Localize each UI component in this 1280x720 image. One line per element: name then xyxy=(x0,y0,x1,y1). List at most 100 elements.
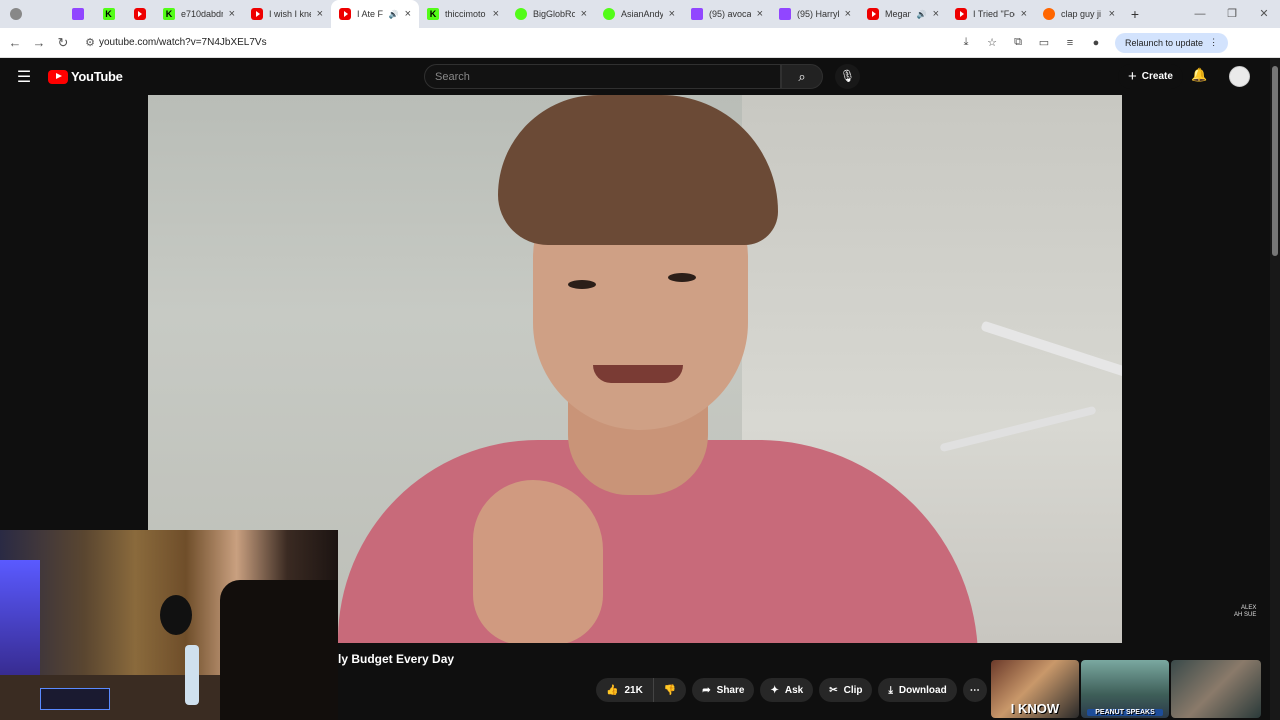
close-tab-icon[interactable]: × xyxy=(229,8,235,20)
tab-label: AsianAndy xyxy=(621,9,663,19)
back-button[interactable]: ← xyxy=(3,35,27,50)
download-button[interactable]: ⤓ Download xyxy=(878,678,957,702)
webcam-microphone xyxy=(160,595,192,635)
youtube-logo[interactable]: YouTube xyxy=(48,69,123,84)
tab[interactable]: clap guy ji × xyxy=(1035,0,1123,28)
dislike-button[interactable]: 👎 xyxy=(653,678,687,702)
browser-tab-strip: KKe710dabdr×I wish I kne×I Ate Fa🔊×Kthic… xyxy=(0,0,1280,28)
gray-favicon-icon xyxy=(9,8,22,20)
search-input[interactable]: Search xyxy=(424,64,781,89)
tab[interactable]: (95) avocad × xyxy=(683,0,771,28)
yt-favicon-icon xyxy=(955,8,967,20)
tab-label: (95) Harryk xyxy=(797,9,839,19)
menu-dots-icon[interactable]: ⋮ xyxy=(1209,37,1218,48)
tab-label: clap guy ji xyxy=(1061,9,1102,19)
close-tab-icon[interactable]: × xyxy=(317,8,323,20)
close-tab-icon[interactable]: × xyxy=(405,8,411,20)
close-tab-icon[interactable]: × xyxy=(669,8,675,20)
close-window-button[interactable]: ✕ xyxy=(1248,0,1280,28)
profile-icon[interactable]: ● xyxy=(1085,37,1107,49)
address-bar-icons: ⤓ ☆ ⧉ ▭ ≡ ● xyxy=(955,36,1107,49)
account-avatar[interactable] xyxy=(1229,66,1250,87)
hamburger-menu-icon[interactable]: ☰ xyxy=(0,67,48,87)
close-tab-icon[interactable]: × xyxy=(1021,8,1027,20)
audio-playing-icon[interactable]: 🔊 xyxy=(917,10,927,19)
pinned-tab[interactable]: K xyxy=(93,0,124,28)
scrollbar-thumb[interactable] xyxy=(1272,66,1278,256)
ask-label: Ask xyxy=(784,684,804,696)
plus-icon: + xyxy=(1128,68,1137,85)
webcam-keyboard xyxy=(40,688,110,710)
restore-button[interactable]: ❐ xyxy=(1216,0,1248,28)
reload-button[interactable]: ↻ xyxy=(51,35,75,51)
search-button[interactable]: ⌕ xyxy=(781,64,823,89)
window-controls: — ❐ ✕ xyxy=(1184,0,1280,28)
yt-favicon-icon xyxy=(133,8,146,20)
close-tab-icon[interactable]: × xyxy=(933,8,939,20)
youtube-play-icon xyxy=(48,69,68,84)
kick-favicon-icon: K xyxy=(427,8,439,20)
tab[interactable]: (95) Harryk × xyxy=(771,0,859,28)
tab[interactable]: AsianAndy × xyxy=(595,0,683,28)
forward-button[interactable]: → xyxy=(27,35,51,50)
webcam-chair xyxy=(220,580,338,720)
create-button[interactable]: + Create xyxy=(1118,64,1183,89)
tab-label: I Ate Fa xyxy=(357,9,383,19)
video-person-hair xyxy=(498,95,778,245)
pinned-tab[interactable] xyxy=(31,0,62,28)
related-video-thumbnail[interactable]: PEANUT SPEAKS xyxy=(1081,660,1169,718)
related-video-thumbnail[interactable] xyxy=(1171,660,1261,718)
youtube-header: ☰ YouTube Search ⌕ 🎙 + Create 🔔 xyxy=(0,58,1280,95)
ask-button[interactable]: ✦ Ask xyxy=(760,678,814,702)
more-actions-button[interactable]: ⋯ xyxy=(962,678,987,702)
extensions-icon[interactable]: ⧉ xyxy=(1007,36,1029,49)
orange-favicon-icon xyxy=(1043,8,1055,20)
relaunch-button[interactable]: Relaunch to update ⋮ xyxy=(1115,32,1229,53)
watermark-line1: ALEX xyxy=(1241,605,1257,611)
close-tab-icon[interactable]: × xyxy=(757,8,763,20)
new-tab-button[interactable]: + xyxy=(1123,6,1147,22)
create-label: Create xyxy=(1141,71,1173,82)
webcam-bottle xyxy=(185,645,199,705)
site-info-icon[interactable]: ⚙ xyxy=(81,36,99,49)
tw-favicon-icon xyxy=(779,8,791,20)
video-person-hand xyxy=(473,480,603,643)
split-view-icon[interactable]: ▭ xyxy=(1033,36,1055,49)
video-person-eye xyxy=(668,273,696,282)
close-tab-icon[interactable]: × xyxy=(845,8,851,20)
like-button[interactable]: 👍 21K xyxy=(596,678,654,702)
thumbs-down-icon: 👎 xyxy=(663,684,677,696)
tab[interactable]: I Tried "Foo × xyxy=(947,0,1035,28)
share-button[interactable]: ➦ Share xyxy=(692,678,755,702)
pinned-tab[interactable] xyxy=(0,0,31,28)
audio-playing-icon[interactable]: 🔊 xyxy=(389,10,399,19)
url-text[interactable]: youtube.com/watch?v=7N4JbXEL7Vs xyxy=(99,37,267,48)
voice-search-icon[interactable]: 🎙 xyxy=(835,64,860,89)
media-control-icon[interactable]: ≡ xyxy=(1059,37,1081,49)
clip-button[interactable]: ✂ Clip xyxy=(819,678,873,702)
tab[interactable]: Megan 🔊 × xyxy=(859,0,947,28)
minimize-button[interactable]: — xyxy=(1184,0,1216,28)
kickc-favicon-icon xyxy=(515,8,527,20)
tab[interactable]: Kthiccimoto × xyxy=(419,0,507,28)
bookmark-star-icon[interactable]: ☆ xyxy=(981,36,1003,49)
tab[interactable]: I wish I kne × xyxy=(243,0,331,28)
pinned-tab[interactable] xyxy=(124,0,155,28)
yt-favicon-icon xyxy=(339,8,351,20)
yt-favicon-icon xyxy=(251,8,263,20)
related-video-thumbnail[interactable]: I KNOW xyxy=(991,660,1079,718)
close-tab-icon[interactable]: × xyxy=(493,8,499,20)
close-tab-icon[interactable]: × xyxy=(581,8,587,20)
tab-active[interactable]: I Ate Fa 🔊 × xyxy=(331,0,419,28)
url-field[interactable]: ⚙ youtube.com/watch?v=7N4JbXEL7Vs xyxy=(81,31,1021,54)
tab[interactable]: BigGlobRo × xyxy=(507,0,595,28)
pinned-tab[interactable] xyxy=(62,0,93,28)
notifications-bell-icon[interactable]: 🔔 xyxy=(1191,67,1207,83)
tab[interactable]: Ke710dabdr × xyxy=(155,0,243,28)
tw-favicon-icon xyxy=(691,8,703,20)
kick-favicon-icon: K xyxy=(163,8,175,20)
download-label: Download xyxy=(898,684,947,696)
close-tab-icon[interactable]: × xyxy=(1109,8,1115,20)
video-actions: 👍 21K 👎 ➦ Share ✦ Ask ✂ Clip ⤓ Download … xyxy=(596,678,993,702)
install-app-icon[interactable]: ⤓ xyxy=(955,36,977,49)
